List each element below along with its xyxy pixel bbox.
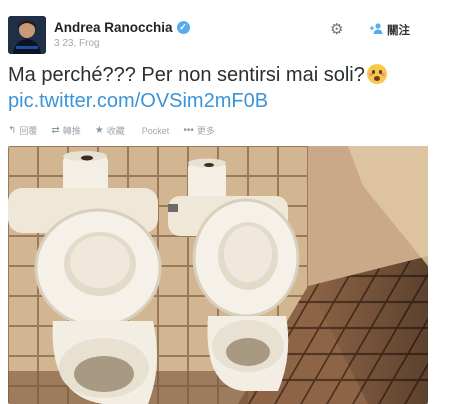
favorite-label: 收藏 <box>106 126 125 136</box>
tweet-actions: ↰ 回覆 ⇄ 轉推 ★ 收藏 Pocket ••• 更多 <box>8 124 215 137</box>
photo-link[interactable]: pic.twitter.com/OVSim2mF0B <box>8 88 268 114</box>
retweet-icon: ⇄ <box>51 125 60 136</box>
user-name-text[interactable]: Andrea Ranocchia <box>54 20 173 35</box>
user-name[interactable]: Andrea Ranocchia ✓ <box>54 20 190 35</box>
more-action[interactable]: ••• 更多 <box>183 124 215 137</box>
avatar[interactable] <box>8 16 46 54</box>
more-label: 更多 <box>196 126 215 136</box>
tweet-card: Andrea Ranocchia ✓ 3 23, Frog ⚙ 關注 Ma pe… <box>0 0 460 404</box>
reply-label: 回覆 <box>19 126 38 136</box>
more-icon: ••• <box>183 125 194 136</box>
tweet-photo[interactable] <box>8 146 428 404</box>
favorite-action[interactable]: ★ 收藏 <box>95 124 125 137</box>
tweet-text-content: Ma perché??? Per non sentirsi mai soli? <box>8 64 365 86</box>
flushed-face-emoji <box>366 64 387 84</box>
reply-icon: ↰ <box>8 125 17 136</box>
pocket-action[interactable]: Pocket <box>139 124 170 137</box>
star-icon: ★ <box>94 125 104 136</box>
follow-button[interactable]: 關注 <box>370 22 410 38</box>
tweet-meta[interactable]: 3 23, Frog <box>54 38 100 49</box>
follow-user-icon <box>370 23 383 37</box>
retweet-label: 轉推 <box>62 126 81 136</box>
two-toilets-photo <box>8 146 428 404</box>
retweet-action[interactable]: ⇄ 轉推 <box>51 124 80 137</box>
gear-icon[interactable]: ⚙ <box>330 20 343 38</box>
pocket-label: Pocket <box>141 125 170 136</box>
reply-action[interactable]: ↰ 回覆 <box>8 124 37 137</box>
verified-badge-icon: ✓ <box>176 21 190 34</box>
avatar-image <box>8 16 46 54</box>
tweet-text: Ma perché??? Per non sentirsi mai soli? <box>8 62 387 88</box>
follow-label: 關注 <box>387 25 410 37</box>
